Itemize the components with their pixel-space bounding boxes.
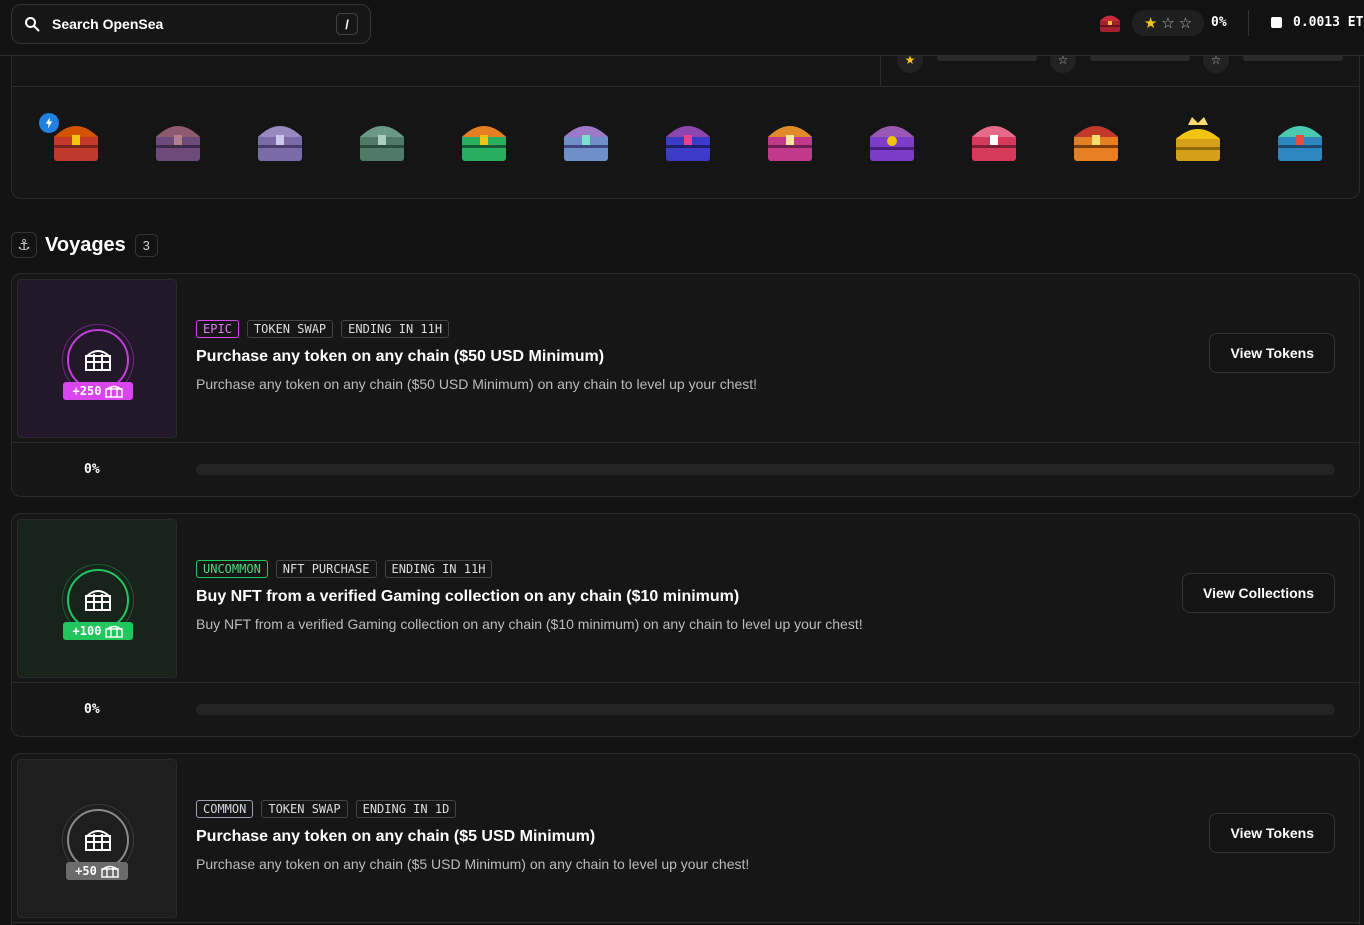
chest-tier-icon[interactable]: [1070, 115, 1122, 165]
chest-levels-card: ★ ☆ ☆: [11, 40, 1360, 199]
divider: [12, 922, 1359, 923]
star-filled-icon: ★: [1143, 15, 1158, 32]
voyage-tags: UNCOMMON NFT PURCHASE ENDING IN 11H: [196, 560, 493, 578]
voyage-tags: COMMON TOKEN SWAP ENDING IN 1D: [196, 800, 457, 818]
divider: [12, 682, 1359, 683]
search-bar[interactable]: Search OpenSea /: [11, 4, 371, 44]
voyages-count: 3: [134, 233, 158, 257]
voyage-progress-bar: [196, 464, 1335, 475]
lightning-bolt-icon: [39, 113, 59, 133]
divider: [1248, 10, 1249, 36]
points-value: +50: [75, 864, 97, 878]
wallet-icon: [1271, 17, 1282, 28]
anchor-icon: ⚓: [11, 232, 37, 258]
rarity-tag: COMMON: [196, 800, 254, 818]
ending-tag: ENDING IN 11H: [341, 320, 450, 338]
top-bar: Search OpenSea / ★ ☆ ☆ 0% 0.0013 ETH: [0, 0, 1364, 56]
voyage-progress-percent: 0%: [84, 462, 100, 477]
view-tokens-button[interactable]: View Tokens: [1209, 813, 1335, 853]
voyage-description: Purchase any token on any chain ($50 USD…: [196, 376, 758, 392]
points-badge: +50: [66, 862, 128, 880]
chest-icon: [101, 865, 119, 878]
chest-icon: [105, 625, 124, 638]
divider: [12, 442, 1359, 443]
voyage-card: +50 COMMON TOKEN SWAP ENDING IN 1D Purch…: [11, 753, 1360, 925]
voyage-description: Purchase any token on any chain ($5 USD …: [196, 856, 750, 872]
voyage-title: Buy NFT from a verified Gaming collectio…: [196, 588, 740, 605]
voyage-card: +100 UNCOMMON NFT PURCHASE ENDING IN 11H…: [11, 513, 1360, 737]
voyage-thumbnail: +100: [17, 519, 177, 678]
chest-icon[interactable]: [1098, 12, 1122, 34]
type-tag: TOKEN SWAP: [261, 800, 348, 818]
voyage-progress-bar: [196, 704, 1335, 715]
points-badge: +250: [63, 382, 133, 400]
search-shortcut-key: /: [336, 13, 358, 35]
type-tag: NFT PURCHASE: [275, 560, 377, 578]
voyage-card: +250 EPIC TOKEN SWAP ENDING IN 11H Purch…: [11, 273, 1360, 497]
wallet-balance[interactable]: 0.0013 ETH: [1293, 15, 1364, 30]
star-empty-icon: ☆: [1178, 15, 1193, 32]
chest-tier-icon[interactable]: [764, 115, 816, 165]
ending-tag: ENDING IN 11H: [384, 560, 493, 578]
chest-tier-icon[interactable]: [356, 115, 408, 165]
voyage-description: Buy NFT from a verified Gaming collectio…: [196, 616, 863, 632]
ending-tag: ENDING IN 1D: [355, 800, 457, 818]
voyage-thumbnail: +250: [17, 279, 177, 438]
chest-tier-icon[interactable]: [1274, 115, 1326, 165]
voyages-title: Voyages: [45, 233, 126, 256]
type-tag: TOKEN SWAP: [246, 320, 334, 338]
chest-stars[interactable]: ★ ☆ ☆: [1132, 10, 1204, 36]
points-value: +100: [72, 624, 102, 638]
voyages-header: ⚓ Voyages 3: [11, 231, 158, 259]
voyage-title: Purchase any token on any chain ($5 USD …: [196, 828, 596, 845]
voyage-progress-percent: 0%: [84, 702, 100, 717]
search-placeholder: Search OpenSea: [52, 16, 164, 32]
chest-tier-icon[interactable]: [1172, 115, 1224, 165]
chest-tier-icon[interactable]: [254, 115, 306, 165]
chest-tier-icon[interactable]: [560, 115, 612, 165]
chest-icon: [105, 385, 124, 398]
chest-tier-icon[interactable]: [458, 115, 510, 165]
voyage-thumbnail: +50: [17, 759, 177, 918]
chest-tier-icon[interactable]: [866, 115, 918, 165]
view-tokens-button[interactable]: View Tokens: [1209, 333, 1335, 373]
points-value: +250: [72, 384, 102, 398]
chest-tier-icon[interactable]: [968, 115, 1020, 165]
voyage-title: Purchase any token on any chain ($50 USD…: [196, 348, 605, 365]
search-icon: [25, 17, 40, 32]
rarity-tag: EPIC: [196, 320, 239, 338]
view-collections-button[interactable]: View Collections: [1182, 573, 1335, 613]
chest-tiers-row: [12, 87, 1359, 200]
star-empty-icon: ☆: [1161, 15, 1175, 32]
chest-tier-icon[interactable]: [662, 115, 714, 165]
points-badge: +100: [63, 622, 133, 640]
chest-tier-icon[interactable]: [152, 115, 204, 165]
chest-progress-percent: 0%: [1211, 15, 1227, 30]
voyage-tags: EPIC TOKEN SWAP ENDING IN 11H: [196, 320, 450, 338]
rarity-tag: UNCOMMON: [196, 560, 268, 578]
